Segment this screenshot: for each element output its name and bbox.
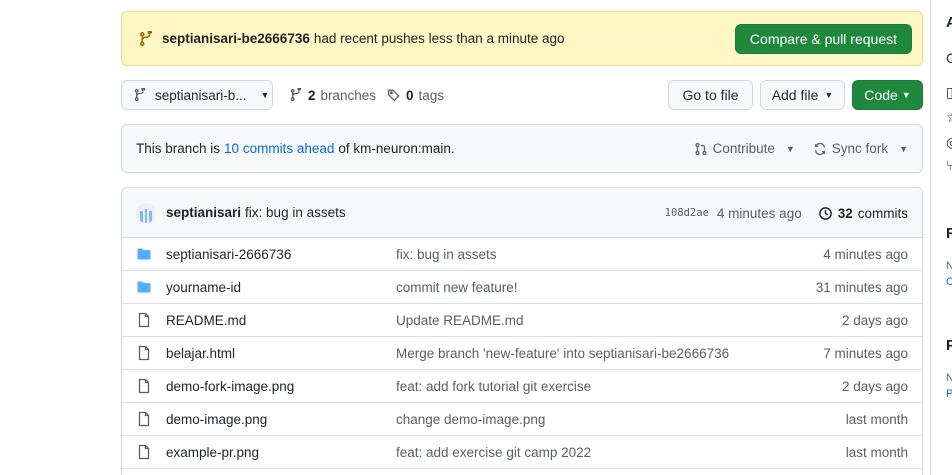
git-branch-icon xyxy=(133,88,147,102)
releases-link[interactable]: C xyxy=(946,276,952,288)
file-commit-time: 31 minutes ago xyxy=(815,279,908,295)
caret-down-icon: ▼ xyxy=(901,90,911,100)
eye-icon[interactable]: ◎ xyxy=(946,134,952,151)
add-file-button[interactable]: Add file ▼ xyxy=(760,80,845,110)
repo-toolbar: septianisari-b... ▼ 2 branches 0 tags Go… xyxy=(121,80,923,110)
file-name[interactable]: example-pr.png xyxy=(166,445,396,460)
commits-history-link[interactable]: 32 commits xyxy=(818,206,908,221)
readme-icon[interactable]: ▯ xyxy=(946,84,952,101)
history-icon xyxy=(818,206,833,221)
file-icon xyxy=(136,411,152,427)
sync-fork-label: Sync fork xyxy=(831,141,889,156)
branches-label: branches xyxy=(320,87,377,103)
code-label: Code xyxy=(864,87,898,103)
go-to-file-button[interactable]: Go to file xyxy=(668,80,753,110)
fork-icon[interactable]: ⑂ xyxy=(946,157,952,173)
star-icon[interactable]: ☆ xyxy=(946,109,952,126)
file-name[interactable]: demo-image.png xyxy=(166,412,396,427)
about-heading: A xyxy=(946,14,952,31)
contribute-label: Contribute xyxy=(712,141,775,156)
file-icon xyxy=(136,378,152,394)
git-branch-icon xyxy=(138,30,154,47)
repo-description: G xyxy=(946,50,952,66)
branches-link[interactable]: 2 branches xyxy=(289,80,376,110)
file-browser: septianisari fix: bug in assets 108d2ae … xyxy=(121,187,923,475)
file-commit-message[interactable]: Update README.md xyxy=(396,313,524,328)
file-name[interactable]: yourname-id xyxy=(166,280,396,295)
avatar[interactable] xyxy=(136,202,156,223)
file-name[interactable]: demo-fork-image.png xyxy=(166,379,396,394)
push-notice-text: had recent pushes less than a minute ago xyxy=(313,31,565,46)
file-name[interactable]: septianisari-2666736 xyxy=(166,247,396,262)
contribute-dropdown[interactable]: Contribute ▼ xyxy=(694,141,795,156)
file-commit-message[interactable]: feat: add exercise git camp 2022 xyxy=(396,445,591,460)
commits-ahead-link[interactable]: 10 commits ahead xyxy=(224,141,334,156)
git-branch-icon xyxy=(289,88,303,102)
tag-icon xyxy=(387,88,401,102)
latest-commit-bar: septianisari fix: bug in assets 108d2ae … xyxy=(122,188,922,238)
commit-author[interactable]: septianisari xyxy=(166,205,241,220)
file-row[interactable]: septianisari-2666736 fix: bug in assets … xyxy=(122,238,922,271)
packages-heading: P xyxy=(946,337,952,354)
file-icon xyxy=(136,312,152,328)
compare-pull-request-button[interactable]: Compare & pull request xyxy=(734,24,912,54)
file-commit-message[interactable]: commit new feature! xyxy=(396,280,518,295)
folder-icon xyxy=(136,279,152,295)
packages-link[interactable]: P xyxy=(946,388,952,400)
recent-push-banner: septianisari-be2666736 had recent pushes… xyxy=(121,11,923,66)
file-row[interactable]: example-pr.png feat: add exercise git ca… xyxy=(122,436,922,469)
packages-note: N xyxy=(946,372,952,384)
commits-label: commits xyxy=(857,205,908,221)
file-name[interactable]: belajar.html xyxy=(166,346,396,361)
file-commit-message[interactable]: fix: bug in assets xyxy=(396,247,497,262)
caret-down-icon: ▼ xyxy=(824,90,834,100)
file-commit-message[interactable]: change demo-image.png xyxy=(396,412,545,427)
file-row[interactable]: yourname-id commit new feature! 31 minut… xyxy=(122,271,922,304)
file-row[interactable]: README.md Update README.md 2 days ago xyxy=(122,304,922,337)
folder-icon xyxy=(136,246,152,262)
tags-link[interactable]: 0 tags xyxy=(387,80,444,110)
file-icon xyxy=(136,345,152,361)
code-button[interactable]: Code ▼ xyxy=(852,80,923,110)
branch-select[interactable]: septianisari-b... ▼ xyxy=(121,80,273,110)
file-row[interactable]: demo-image.png change demo-image.png las… xyxy=(122,403,922,436)
file-commit-time: 2 days ago xyxy=(841,312,908,328)
commits-count: 32 xyxy=(837,205,853,221)
releases-heading: R xyxy=(946,225,952,242)
file-commit-time: 2 days ago xyxy=(841,378,908,394)
sync-fork-dropdown[interactable]: Sync fork ▼ xyxy=(813,141,908,156)
commit-time: 4 minutes ago xyxy=(716,205,802,221)
ahead-suffix: of km-neuron:main. xyxy=(338,141,455,156)
file-icon xyxy=(136,444,152,460)
tags-count: 0 xyxy=(406,87,414,103)
caret-down-icon: ▼ xyxy=(785,143,795,154)
caret-down-icon: ▼ xyxy=(899,143,908,154)
pull-request-icon xyxy=(694,142,708,156)
branches-count: 2 xyxy=(308,87,316,103)
branch-select-label: septianisari-b... xyxy=(155,87,247,103)
ahead-prefix: This branch is xyxy=(136,141,221,156)
file-commit-time: last month xyxy=(845,444,908,460)
file-commit-message[interactable]: feat: add fork tutorial git exercise xyxy=(396,379,591,394)
caret-down-icon: ▼ xyxy=(260,90,270,100)
tags-label: tags xyxy=(418,87,445,103)
file-commit-time: 7 minutes ago xyxy=(823,345,908,361)
sync-icon xyxy=(813,142,827,156)
file-row[interactable]: demo-fork-image.png feat: add fork tutor… xyxy=(122,370,922,403)
releases-note: N xyxy=(946,260,952,272)
file-row[interactable]: belajar.html Merge branch 'new-feature' … xyxy=(122,337,922,370)
commit-sha[interactable]: 108d2ae xyxy=(665,207,709,219)
pushed-branch-name[interactable]: septianisari-be2666736 xyxy=(162,31,310,46)
branch-ahead-notice: This branch is 10 commits ahead of km-ne… xyxy=(121,124,923,173)
repo-sidebar: A G ▯ ☆ ◎ ⑂ R N C P N P xyxy=(930,0,952,475)
file-name[interactable]: README.md xyxy=(166,313,396,328)
file-commit-message[interactable]: Merge branch 'new-feature' into septiani… xyxy=(396,346,729,361)
commit-message[interactable]: fix: bug in assets xyxy=(245,205,346,220)
add-file-label: Add file xyxy=(771,87,819,103)
file-commit-time: 4 minutes ago xyxy=(823,246,908,262)
file-list: septianisari-2666736 fix: bug in assets … xyxy=(122,238,922,469)
file-commit-time: last month xyxy=(845,411,908,427)
